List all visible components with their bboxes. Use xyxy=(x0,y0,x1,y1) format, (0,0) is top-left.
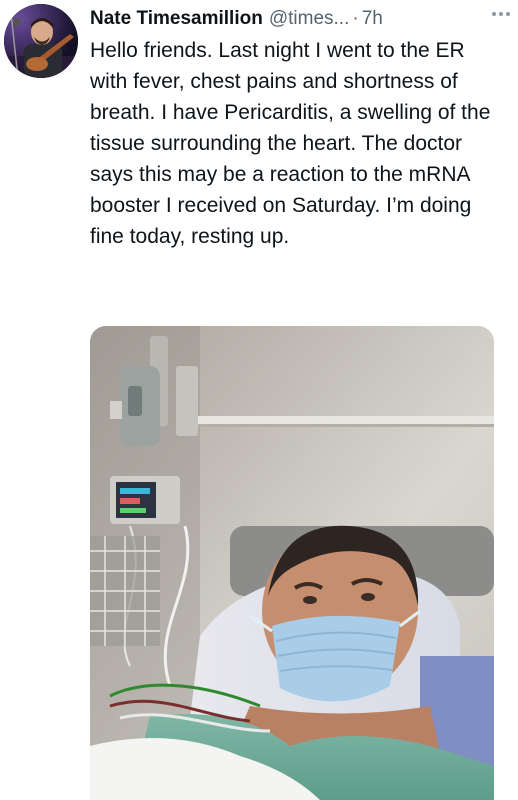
tweet-text: Hello friends. Last night I went to the … xyxy=(90,39,491,248)
avatar-photo xyxy=(4,4,78,78)
timestamp[interactable]: 7h xyxy=(362,8,383,30)
author-handle[interactable]: @times... xyxy=(269,8,350,30)
hospital-bed-photo xyxy=(90,326,494,800)
tweet: Nate Timesamillion @times... · 7h Hello … xyxy=(0,0,518,800)
tweet-media-photo[interactable] xyxy=(90,326,494,800)
tweet-header: Nate Timesamillion @times... · 7h xyxy=(90,5,510,33)
separator: · xyxy=(352,8,359,29)
avatar[interactable] xyxy=(4,4,78,78)
author-name[interactable]: Nate Timesamillion xyxy=(90,8,263,30)
more-options-icon[interactable] xyxy=(487,0,515,28)
